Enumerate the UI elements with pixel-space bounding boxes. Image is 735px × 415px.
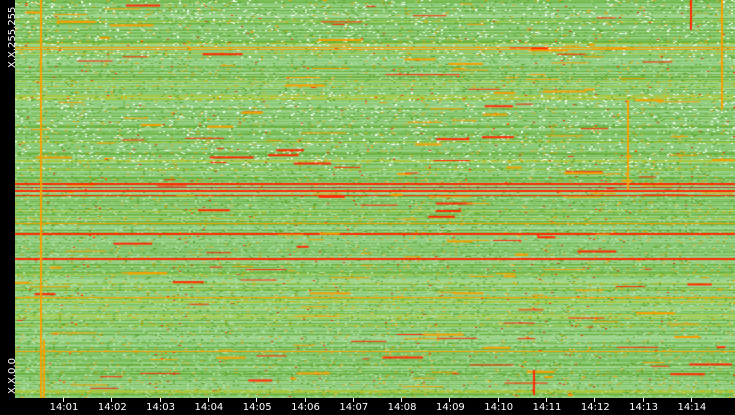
- x-tick-label: 14:13: [629, 402, 659, 413]
- x-tick-label: 14:09: [435, 402, 465, 413]
- heatmap-chart: X.X.255.255 X.X.0.0 14:01 14:02 14:03 14:04…: [0, 0, 735, 415]
- x-tick-label: 14:03: [146, 402, 176, 413]
- x-tick-label: 14:10: [484, 402, 514, 413]
- x-tick-label: 14:14: [677, 402, 707, 413]
- x-axis: 14:01 14:02 14:03 14:04 14:05 14:06 14:07 14:08…: [0, 398, 735, 415]
- x-tick-label: 14:06: [291, 402, 320, 413]
- y-axis: X.X.255.255 X.X.0.0: [0, 0, 18, 398]
- x-tick-label: 14:08: [387, 402, 417, 413]
- x-tick-label: 14:02: [97, 402, 127, 413]
- heatmap-plot-area[interactable]: [15, 0, 735, 398]
- x-tick-label: 14:04: [194, 402, 224, 413]
- x-tick-label: 14:12: [580, 402, 610, 413]
- x-tick-label: 14:05: [242, 402, 272, 413]
- x-tick-label: 14:01: [49, 402, 79, 413]
- x-tick-label: 14:11: [532, 402, 562, 413]
- x-tick-label: 14:07: [339, 402, 369, 413]
